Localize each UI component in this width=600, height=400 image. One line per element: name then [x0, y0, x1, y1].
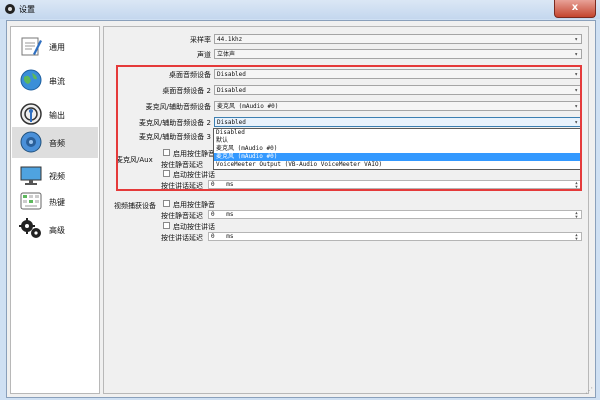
- mic-aux-2-value: Disabled: [217, 119, 246, 126]
- mic-aux-3-label: 麦克风/辅助音频设备 3: [138, 133, 211, 141]
- sidebar-item-audio[interactable]: 音频: [12, 127, 98, 158]
- channels-value: 立体声: [217, 51, 236, 58]
- sidebar-item-label: 输出: [49, 111, 65, 120]
- dropdown-option[interactable]: Disabled: [214, 129, 580, 137]
- channels-select[interactable]: 立体声 ▾: [214, 49, 582, 59]
- mic-aux-ptt-delay-unit: ms: [226, 181, 234, 188]
- sidebar-item-label: 串流: [49, 77, 65, 86]
- desktop-audio-2-value: Disabled: [217, 87, 246, 94]
- settings-sidebar: 通用 串流 输出 音频 视频 热键 高级: [10, 26, 100, 394]
- title-bar[interactable]: 设置 x: [0, 0, 600, 19]
- sample-rate-label: 采样率: [190, 36, 211, 44]
- sample-rate-select[interactable]: 44.1khz ▾: [214, 34, 582, 44]
- sidebar-item-general[interactable]: 通用: [12, 31, 98, 62]
- desktop-audio-value: Disabled: [217, 71, 246, 78]
- sample-rate-value: 44.1khz: [217, 36, 243, 43]
- close-button[interactable]: x: [554, 0, 596, 18]
- sidebar-item-label: 通用: [49, 43, 65, 52]
- mic-aux-select[interactable]: 麦克风 (mAudio #0) ▾: [214, 101, 582, 111]
- mic-aux-ptm-delay-label: 按住静音延迟: [161, 161, 203, 169]
- desktop-audio-label: 桌面音频设备: [169, 71, 211, 79]
- sidebar-item-stream[interactable]: 串流: [12, 65, 98, 96]
- sidebar-item-label: 视频: [49, 172, 65, 181]
- spin-arrows-icon[interactable]: ▲ ▼: [572, 181, 581, 189]
- mic-aux-label: 麦克风/辅助音频设备: [145, 103, 211, 111]
- obs-app-icon: [5, 4, 15, 14]
- output-broadcast-icon: [20, 103, 42, 125]
- advanced-gears-icon: [19, 218, 41, 238]
- window-title: 设置: [19, 5, 35, 14]
- mic-aux-ptt-label: 启动按住讲话: [173, 171, 215, 179]
- resize-grip-icon[interactable]: ⋰: [585, 386, 593, 395]
- desktop-audio-select[interactable]: Disabled ▾: [214, 69, 582, 79]
- mic-aux-hotkey-section-label: 麦克风/Aux: [116, 156, 153, 164]
- hotkeys-keyboard-icon: [20, 192, 42, 210]
- video-capture-hotkey-section-label: 视频捕获设备: [114, 202, 156, 210]
- chevron-down-icon: ▾: [574, 36, 578, 43]
- video-capture-ptt-delay-unit: ms: [226, 233, 234, 240]
- video-capture-ptm-label: 启用按住静音: [173, 201, 215, 209]
- spin-arrows-icon[interactable]: ▲ ▼: [572, 233, 581, 241]
- video-capture-ptm-delay-spinbox[interactable]: 0 ms ▲ ▼: [208, 210, 582, 219]
- channels-label: 声道: [197, 51, 211, 59]
- video-capture-ptt-label: 启动按住讲话: [173, 223, 215, 231]
- mic-aux-2-select[interactable]: Disabled ▾: [214, 117, 582, 127]
- mic-aux-ptm-checkbox[interactable]: [163, 149, 170, 156]
- sidebar-item-label: 高级: [49, 226, 65, 235]
- video-monitor-icon: [20, 166, 42, 185]
- video-capture-ptm-delay-unit: ms: [226, 211, 234, 218]
- client-area: 通用 串流 输出 音频 视频 热键 高级 采样率 44.1khz ▾ 声道 立体…: [6, 20, 596, 398]
- mic-aux-2-dropdown-list: Disabled 默认 麦克风 (mAudio #0) 麦克风 (mAudio …: [213, 128, 581, 170]
- audio-speaker-icon: [20, 131, 42, 153]
- video-capture-ptt-checkbox[interactable]: [163, 222, 170, 229]
- spin-arrows-icon[interactable]: ▲ ▼: [572, 211, 581, 219]
- video-capture-ptm-delay-value: 0: [211, 211, 215, 218]
- sidebar-item-output[interactable]: 输出: [12, 99, 98, 130]
- chevron-down-icon: ▾: [574, 51, 578, 58]
- mic-aux-2-label: 麦克风/辅助音频设备 2: [138, 119, 211, 127]
- mic-aux-ptt-delay-value: 0: [211, 181, 215, 188]
- audio-settings-panel: 采样率 44.1khz ▾ 声道 立体声 ▾ 桌面音频设备 Disabled ▾…: [103, 26, 589, 394]
- desktop-audio-2-label: 桌面音频设备 2: [162, 87, 211, 95]
- dropdown-option[interactable]: 默认: [214, 137, 580, 145]
- video-capture-ptt-delay-value: 0: [211, 233, 215, 240]
- settings-window: 设置 x 通用 串流 输出 音频 视频 热键 高级 采样率 44.1khz ▾ …: [0, 0, 600, 400]
- sidebar-item-hotkeys[interactable]: 热键: [12, 186, 98, 217]
- video-capture-ptm-delay-label: 按住静音延迟: [161, 212, 203, 220]
- sidebar-item-label: 热键: [49, 198, 65, 207]
- sidebar-item-label: 音频: [49, 139, 65, 148]
- mic-aux-value: 麦克风 (mAudio #0): [217, 103, 279, 110]
- stream-globe-icon: [20, 69, 42, 91]
- chevron-down-icon: ▾: [574, 71, 578, 78]
- chevron-down-icon: ▾: [574, 87, 578, 94]
- mic-aux-ptm-label: 启用按住静音: [173, 150, 215, 158]
- dropdown-option[interactable]: 麦克风 (mAudio #0): [214, 145, 580, 153]
- chevron-down-icon: ▾: [574, 103, 578, 110]
- chevron-down-icon: ▾: [574, 119, 578, 126]
- mic-aux-ptt-checkbox[interactable]: [163, 170, 170, 177]
- video-capture-ptt-delay-label: 按住讲话延迟: [161, 234, 203, 242]
- video-capture-ptm-checkbox[interactable]: [163, 200, 170, 207]
- general-settings-icon: [21, 37, 42, 56]
- video-capture-ptt-delay-spinbox[interactable]: 0 ms ▲ ▼: [208, 232, 582, 241]
- mic-aux-ptt-delay-spinbox[interactable]: 0 ms ▲ ▼: [208, 180, 582, 189]
- mic-aux-ptt-delay-label: 按住讲话延迟: [161, 182, 203, 190]
- dropdown-option-highlighted[interactable]: 麦克风 (mAudio #0): [214, 153, 580, 161]
- desktop-audio-2-select[interactable]: Disabled ▾: [214, 85, 582, 95]
- dropdown-option[interactable]: VoiceMeeter Output (VB-Audio VoiceMeeter…: [214, 161, 580, 169]
- sidebar-item-advanced[interactable]: 高级: [12, 214, 98, 245]
